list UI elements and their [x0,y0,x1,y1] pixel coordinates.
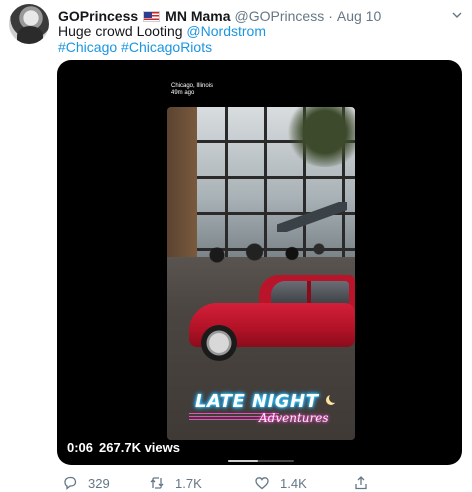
escalator [277,202,347,232]
tweet-text-prefix: Huge crowd Looting [58,23,187,39]
tweet-text: Huge crowd Looting @Nordstrom [58,23,266,40]
moon-icon [329,393,339,403]
video-view-count: 267.7K views [99,440,180,455]
display-name-suffix[interactable]: MN Mama [165,8,230,24]
car-pillar [307,281,311,305]
mention-link[interactable]: @Nordstrom [186,23,266,39]
user-handle[interactable]: @GOPrincess [235,8,325,24]
display-name[interactable]: GOPrincess [58,8,138,24]
share-button[interactable] [353,474,379,492]
video-scene: LATE NIGHT Adventures [167,107,355,440]
reply-count: 329 [88,475,110,491]
red-car [189,275,355,361]
like-count: 1.4K [280,475,307,491]
video-frame: LATE NIGHT Adventures [167,107,355,440]
story-location: Chicago, Illinois [171,83,214,89]
car-wheel [201,325,237,361]
tweet-card[interactable]: GOPrincess MN Mama @GOPrincess · Aug 10 … [0,0,472,492]
retweet-button[interactable]: 1.7K [149,474,202,492]
chevron-down-icon[interactable] [452,10,462,20]
crowd [187,237,337,267]
reply-button[interactable]: 329 [62,474,110,492]
late-night-sticker: LATE NIGHT Adventures [189,389,339,429]
tweet-date[interactable]: Aug 10 [337,8,381,24]
video-stats: 0:06 267.7K views [67,440,180,455]
us-flag-icon [143,10,161,22]
retweet-count: 1.7K [175,475,202,491]
avatar[interactable] [9,4,49,44]
retweet-icon [150,477,164,489]
like-button[interactable]: 1.4K [254,474,307,492]
hashtag-link[interactable]: #ChicagoRiots [121,39,212,55]
sticker-subtitle: Adventures [259,411,329,425]
story-time: 49m ago [171,90,195,96]
heart-icon [255,477,269,490]
sticker-title: LATE NIGHT [195,391,319,412]
hashtag-line: #Chicago #ChicagoRiots [58,39,212,56]
hashtag-link[interactable]: #Chicago [58,39,117,55]
share-icon [355,476,367,490]
video-elapsed-time: 0:06 [67,440,94,455]
reply-icon [64,476,77,490]
video-progress-fill [228,460,258,462]
video-player[interactable]: Chicago, Illinois 49m ago LATE NIGHT Adv… [57,60,462,465]
separator-dot: · [328,8,333,24]
video-progress-bar[interactable] [228,460,294,462]
story-overlay: Chicago, Illinois 49m ago [171,83,213,97]
tweet-actions: 329 1.7K 1.4K [58,474,458,492]
